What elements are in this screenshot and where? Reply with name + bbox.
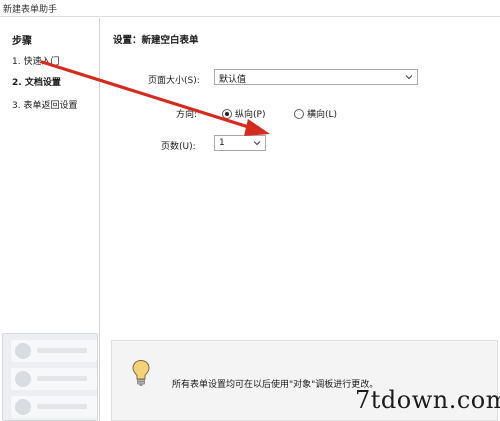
- chevron-down-icon: [405, 75, 413, 80]
- steps-sidebar: 步骤 1. 快速入门 2. 文档设置 3. 表单返回设置: [0, 18, 100, 421]
- portrait-label: 纵向(P): [235, 110, 266, 120]
- pages-value: 1: [219, 138, 225, 148]
- preview-row: [11, 368, 97, 390]
- chevron-down-icon: [253, 141, 261, 146]
- step-form-return-settings[interactable]: 3. 表单返回设置: [12, 98, 77, 111]
- page-size-label: 页面大小(S):: [148, 76, 200, 86]
- page-size-select[interactable]: 默认值: [214, 69, 418, 85]
- landscape-label: 横向(L): [307, 110, 338, 120]
- orientation-label: 方向:: [176, 110, 198, 120]
- form-preview-thumbnail: [2, 333, 98, 421]
- radio-unselected-icon: [294, 108, 304, 119]
- portrait-radio[interactable]: 纵向(P): [222, 107, 265, 120]
- site-watermark: 7tdown.com: [355, 386, 500, 414]
- steps-heading: 步骤: [12, 36, 32, 47]
- settings-panel: 设置：新建空白表单 页面大小(S): 默认值 方向: 纵向(P) 横向(L) 页…: [101, 18, 500, 421]
- radio-selected-icon: [222, 108, 232, 119]
- lightbulb-icon: [132, 359, 150, 386]
- info-message: 所有表单设置均可在以后使用"对象"调板进行更改。: [172, 380, 379, 390]
- landscape-radio[interactable]: 横向(L): [294, 107, 337, 120]
- step-document-settings[interactable]: 2. 文档设置: [12, 75, 61, 88]
- preview-row: [11, 340, 97, 362]
- page-size-value: 默认值: [219, 75, 247, 85]
- title-bar: 新建表单助手: [0, 0, 500, 17]
- window-title: 新建表单助手: [3, 5, 58, 15]
- preview-row: [11, 396, 97, 418]
- section-title: 设置：新建空白表单: [113, 35, 199, 46]
- pages-label: 页数(U):: [161, 142, 196, 152]
- step-quick-start[interactable]: 1. 快速入门: [12, 54, 59, 67]
- pages-select[interactable]: 1: [214, 135, 266, 151]
